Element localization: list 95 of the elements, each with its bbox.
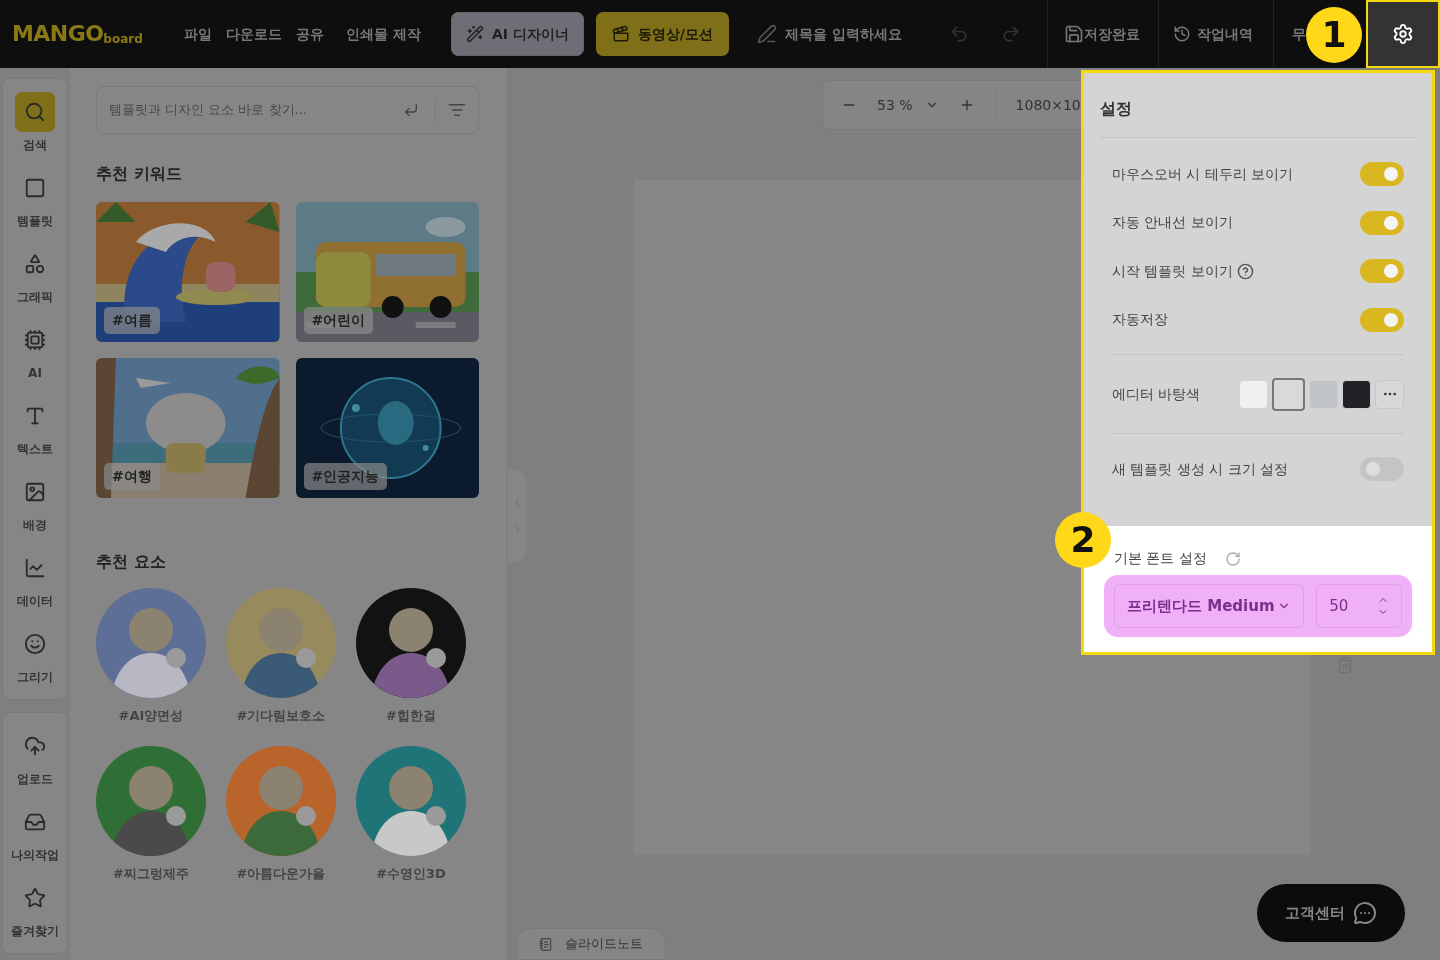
rail-label: 나의작업 — [11, 847, 59, 864]
keyword-tag: #인공지능 — [303, 463, 388, 490]
element-item[interactable]: #힙한걸 — [346, 588, 476, 726]
setting-label: 시작 템플릿 보이기 — [1112, 261, 1233, 281]
keyword-card[interactable]: #여행 — [96, 358, 280, 498]
menu-item[interactable]: 공유 — [296, 23, 324, 45]
keyword-tag: #여행 — [104, 463, 160, 490]
slide-notes-label: 슬라이드노트 — [565, 935, 643, 954]
menu-item[interactable]: 다운로드 — [226, 23, 282, 45]
rail-label: 그래픽 — [17, 289, 53, 306]
square-icon — [24, 177, 46, 199]
section-title: 추천 키워드 — [96, 163, 183, 185]
logo-subtitle: board — [103, 33, 143, 45]
element-item[interactable]: #찌그렁제주 — [86, 745, 216, 883]
settings-button[interactable] — [1366, 0, 1440, 68]
toggle-switch[interactable] — [1360, 210, 1404, 235]
setting-label: 기본 폰트 설정 — [1114, 549, 1207, 568]
rail-label: 즐겨찾기 — [11, 923, 59, 940]
keyword-tag: #어린이 — [303, 307, 374, 334]
keyword-card[interactable]: #인공지능 — [295, 358, 479, 498]
notes-icon — [539, 936, 553, 952]
rail-label: 템플릿 — [17, 213, 53, 230]
save-icon — [1063, 24, 1084, 44]
reset-icon[interactable] — [1224, 550, 1241, 567]
pencil-icon — [756, 24, 777, 44]
letter-t-icon — [24, 405, 46, 427]
section-title: 추천 요소 — [96, 551, 167, 573]
keyword-card[interactable]: #여름 — [96, 202, 280, 342]
setting-label: 자동저장 — [1112, 310, 1168, 330]
search-icon — [24, 101, 46, 123]
element-tag: #아름다운가을 — [236, 863, 326, 883]
setting-label: 새 템플릿 생성 시 크기 설정 — [1112, 459, 1289, 479]
history-icon — [1172, 25, 1191, 43]
element-item[interactable]: #아름다운가을 — [216, 745, 346, 883]
magic-wand-icon — [465, 25, 484, 43]
settings-icon — [1392, 23, 1414, 45]
enter-icon[interactable] — [403, 102, 419, 118]
setting-label: 마우스오버 시 테두리 보이기 — [1112, 164, 1294, 184]
chat-icon — [1353, 901, 1377, 925]
undo-icon[interactable] — [948, 24, 969, 44]
panel-title: 설정 — [1100, 98, 1133, 120]
logo[interactable]: MANGO — [12, 23, 104, 45]
zoom-level[interactable]: 53 % — [877, 94, 913, 116]
toggle-switch[interactable] — [1360, 259, 1404, 284]
slide-notes-tab[interactable]: 슬라이드노트 — [516, 928, 666, 960]
star-icon — [24, 887, 46, 909]
toggle-switch[interactable] — [1360, 162, 1404, 187]
setting-label: 에디터 바탕색 — [1112, 384, 1201, 404]
more-colors-button[interactable] — [1375, 379, 1404, 409]
rail-label: 데이터 — [17, 593, 53, 610]
rail-label: 검색 — [23, 137, 47, 154]
chip-icon — [24, 329, 46, 351]
element-tag: #AI양면성 — [118, 706, 184, 726]
tray-icon — [24, 811, 46, 833]
title-field[interactable]: 제목을 입력하세요 — [784, 23, 935, 45]
font-size-field[interactable]: 50 — [1316, 584, 1402, 628]
color-swatch[interactable] — [1272, 377, 1305, 411]
element-item[interactable]: #기다림보호소 — [216, 588, 346, 726]
rail-label: 업로드 — [17, 771, 53, 788]
rail-item[interactable] — [15, 92, 55, 132]
keyword-tag: #여름 — [104, 307, 160, 334]
menu-item[interactable]: 파일 — [184, 23, 212, 45]
motion-button[interactable]: 동영상/모션 — [595, 12, 729, 56]
video-icon — [611, 25, 630, 43]
cloud-upload-icon — [24, 735, 46, 757]
help-center-button[interactable]: 고객센터 — [1257, 884, 1405, 942]
search-filter-icon[interactable] — [448, 101, 466, 119]
setting-label: 자동 안내선 보이기 — [1112, 213, 1233, 233]
element-tag: #찌그렁제주 — [113, 863, 189, 883]
help-icon[interactable] — [1236, 262, 1254, 280]
history-button[interactable]: 작업내역 — [1172, 23, 1253, 45]
element-tag: #수영인3D — [376, 863, 446, 883]
search-bar[interactable]: 템플릿과 디자인 요소 바로 찾기... — [96, 86, 479, 134]
menu-item[interactable]: 무 — [1291, 23, 1306, 45]
line-chart-icon — [24, 557, 46, 579]
save-status-button[interactable]: 저장완료 — [1063, 23, 1140, 45]
keyword-card[interactable]: #어린이 — [295, 202, 479, 342]
shapes-icon — [24, 253, 46, 275]
toggle-switch[interactable] — [1360, 457, 1404, 481]
ai-designer-button[interactable]: AI 디자이너 — [450, 12, 584, 56]
element-tag: #기다림보호소 — [236, 706, 326, 726]
font-select[interactable]: 프리텐다드 Medium — [1114, 584, 1305, 628]
rail-label: 그리기 — [17, 669, 53, 686]
element-item[interactable]: #수영인3D — [346, 745, 476, 883]
rail-label: 텍스트 — [17, 441, 53, 458]
menu-item[interactable]: 인쇄물 제작 — [346, 23, 421, 45]
canvas-size[interactable]: 1080×10 — [1015, 94, 1081, 116]
rail-label: 배경 — [23, 517, 47, 534]
toggle-switch[interactable] — [1360, 307, 1404, 332]
element-item[interactable]: #AI양면성 — [86, 588, 216, 726]
smiley-icon — [24, 633, 46, 655]
rail-label: AI — [28, 365, 42, 382]
search-field[interactable]: 템플릿과 디자인 요소 바로 찾기... — [109, 100, 393, 120]
element-tag: #힙한걸 — [386, 706, 436, 726]
image-icon — [24, 481, 46, 503]
